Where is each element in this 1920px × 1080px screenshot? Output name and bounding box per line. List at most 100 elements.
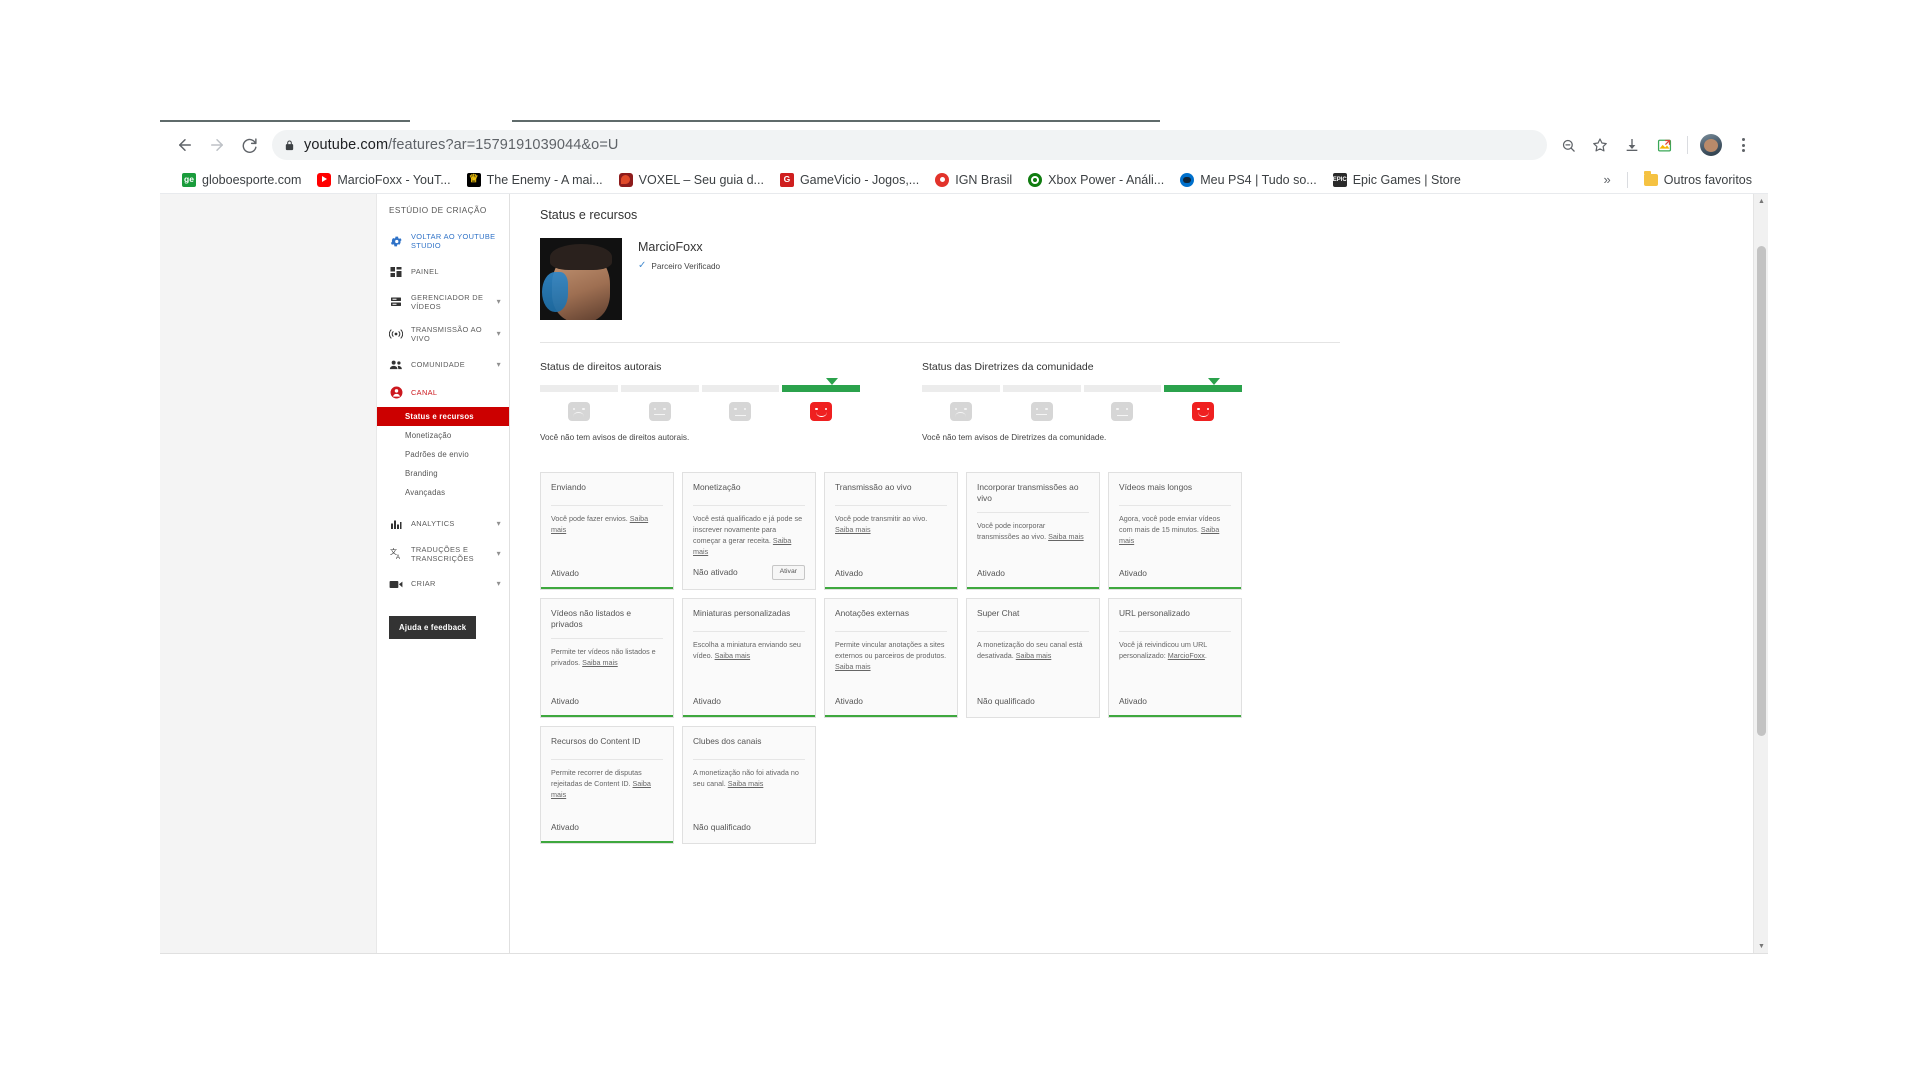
bookmarks-divider — [1626, 171, 1628, 188]
sidebar-item-painel[interactable]: PAINEL — [377, 258, 509, 286]
sidebar-subitem-avancadas[interactable]: Avançadas — [377, 483, 509, 502]
meter-pointer-icon — [826, 378, 838, 385]
bookmark-ign-brasil[interactable]: IGN Brasil — [927, 170, 1020, 190]
tab-underline-left — [160, 120, 410, 122]
people-icon — [389, 358, 403, 372]
card-learn-more-link[interactable]: Saiba mais — [1048, 532, 1084, 541]
bookmark-epic-games[interactable]: EPIC Epic Games | Store — [1325, 170, 1469, 190]
feature-cards-grid: Enviando Você pode fazer envios. Saiba ma… — [540, 456, 1340, 844]
download-icon[interactable] — [1617, 130, 1647, 160]
browser-toolbar: youtube.com/features?ar=1579191039044&o=… — [160, 124, 1768, 166]
sidebar-subitem-branding[interactable]: Branding — [377, 464, 509, 483]
card-description: Permite ter vídeos não listados e privad… — [551, 639, 663, 668]
bookmark-globoesporte[interactable]: ge globoesporte.com — [174, 170, 309, 190]
url-path: /features?ar=1579191039044&o=U — [388, 137, 619, 153]
card-learn-more-link[interactable]: Saiba mais — [715, 651, 751, 660]
card-description: Você está qualificado e já pode se inscr… — [693, 506, 805, 558]
page-scrollbar[interactable]: ▲ ▼ — [1753, 194, 1768, 954]
face-neutral-icon — [1111, 402, 1134, 421]
bookmark-label: Xbox Power - Análi... — [1048, 172, 1165, 187]
chevron-down-icon: ▾ — [496, 579, 501, 588]
page-viewport: ESTÚDIO DE CRIAÇÃO VOLTAR AO YOUTUBE STU… — [160, 194, 1768, 954]
card-title: Super Chat — [977, 608, 1089, 632]
card-learn-more-link[interactable]: Saiba mais — [835, 525, 871, 534]
bookmark-label: IGN Brasil — [955, 172, 1013, 187]
card-description: Você pode transmitir ao vivo. Saiba mais — [835, 506, 947, 535]
reload-icon[interactable] — [234, 130, 264, 160]
feature-card-transmissao-ao-vivo: Transmissão ao vivo Você pode transmitir … — [824, 472, 958, 590]
sidebar-item-analytics[interactable]: ANALYTICS ▾ — [377, 510, 509, 538]
bookmark-meu-ps4[interactable]: Meu PS4 | Tudo so... — [1172, 170, 1325, 190]
profile-avatar[interactable] — [1696, 130, 1726, 160]
card-learn-more-link[interactable]: Saiba mais — [728, 779, 764, 788]
card-status-label: Não qualificado — [977, 696, 1035, 706]
sidebar-subitem-padroes-de-envio[interactable]: Padrões de envio — [377, 445, 509, 464]
card-description-text: Você pode incorporar transmissões ao viv… — [977, 520, 1049, 541]
sidebar-item-gerenciador-de-videos[interactable]: GERENCIADOR DE VÍDEOS ▾ — [377, 286, 509, 319]
bookmark-marciofoxx-youtube[interactable]: MarcioFoxx - YouT... — [309, 170, 458, 190]
scroll-up-icon[interactable]: ▲ — [1754, 194, 1768, 209]
bookmark-the-enemy[interactable]: ♕ The Enemy - A mai... — [459, 170, 611, 190]
sidebar-subitem-status-e-recursos[interactable]: Status e recursos — [377, 406, 509, 426]
sidebar-item-voltar-ao-youtube-studio[interactable]: VOLTAR AO YOUTUBE STUDIO — [377, 225, 509, 258]
scrollbar-thumb[interactable] — [1757, 246, 1766, 736]
meter-segment — [922, 385, 1000, 392]
card-description: A monetização não foi ativada no seu can… — [693, 760, 805, 789]
chevron-down-icon: ▾ — [496, 359, 501, 369]
help-and-feedback-button[interactable]: Ajuda e feedback — [389, 616, 477, 639]
sidebar-item-comunidade[interactable]: COMUNIDADE ▾ — [377, 351, 509, 379]
card-learn-more-link[interactable]: MarcioFoxx — [1168, 651, 1205, 660]
card-body: Incorporar transmissões ao vivo Você pode… — [967, 473, 1099, 561]
feature-card-monetizacao: Monetização Você está qualificado e já po… — [682, 472, 816, 590]
card-body: Vídeos não listados e privados Permite te… — [541, 599, 673, 689]
meter-segment — [620, 385, 699, 392]
back-arrow-icon[interactable] — [170, 130, 200, 160]
other-bookmarks-label: Outros favoritos — [1663, 172, 1752, 187]
zoom-out-icon[interactable] — [1553, 130, 1583, 160]
sidebar-item-label: CRIAR — [411, 579, 436, 589]
card-status-bar — [825, 714, 957, 717]
screenshot-root: youtube.com/features?ar=1579191039044&o=… — [0, 0, 1920, 1080]
card-status-label: Ativado — [977, 568, 1005, 578]
chrome-menu-icon[interactable] — [1728, 130, 1758, 160]
card-body: Vídeos mais longos Agora, você pode envia… — [1109, 473, 1241, 561]
bookmarks-overflow-area: » Outros favoritos — [1596, 169, 1760, 190]
channel-info: MarcioFoxx ✓ Parceiro Verificado — [638, 238, 720, 320]
chevron-down-icon: ▾ — [496, 518, 501, 528]
video-manager-icon — [389, 295, 403, 309]
ps4-icon — [1180, 172, 1195, 187]
sidebar-subitem-monetizacao[interactable]: Monetização — [377, 426, 509, 445]
left-gutter — [160, 194, 376, 954]
community-status-title: Status das Diretrizes da comunidade — [922, 361, 1094, 373]
image-extension-icon[interactable] — [1649, 130, 1679, 160]
card-description: Agora, você pode enviar vídeos com mais … — [1119, 506, 1231, 546]
bookmarks-overflow-icon[interactable]: » — [1596, 169, 1619, 190]
bookmark-voxel[interactable]: VOXEL – Seu guia d... — [611, 170, 772, 190]
other-bookmarks-folder[interactable]: Outros favoritos — [1636, 170, 1760, 190]
card-footer: Ativado — [541, 815, 673, 841]
card-description: Permite recorrer de disputas rejeitadas … — [551, 760, 663, 800]
gear-icon — [389, 234, 403, 248]
sidebar-item-traducoes-e-transcricoes[interactable]: 文A TRADUÇÕES E TRANSCRIÇÕES ▾ — [377, 538, 509, 571]
address-bar[interactable]: youtube.com/features?ar=1579191039044&o=… — [272, 130, 1547, 160]
sidebar-item-canal[interactable]: CANAL — [377, 379, 509, 407]
sidebar-item-transmissao-ao-vivo[interactable]: TRANSMISSÃO AO VIVO ▾ — [377, 318, 509, 351]
card-body: Super Chat A monetização do seu canal est… — [967, 599, 1099, 689]
sidebar-item-criar[interactable]: CRIAR ▾ — [377, 570, 509, 598]
forward-arrow-icon[interactable] — [202, 130, 232, 160]
scroll-down-icon[interactable]: ▼ — [1754, 939, 1768, 954]
bookmark-xbox-power[interactable]: Xbox Power - Análi... — [1020, 170, 1172, 190]
bookmark-star-icon[interactable] — [1585, 130, 1615, 160]
verified-label: Parceiro Verificado — [651, 261, 721, 271]
dashboard-icon — [389, 265, 403, 279]
bookmark-gamevicio[interactable]: G GameVicio - Jogos,... — [772, 170, 927, 190]
youtube-icon — [317, 172, 332, 187]
card-footer: Ativado — [825, 561, 957, 587]
card-learn-more-link[interactable]: Saiba mais — [1016, 651, 1052, 660]
feature-card-incorporar-transmissoes-ao-vivo: Incorporar transmissões ao vivo Você pode… — [966, 472, 1100, 590]
card-learn-more-link[interactable]: Saiba mais — [582, 658, 618, 667]
card-learn-more-link[interactable]: Saiba mais — [835, 662, 871, 671]
lock-icon — [284, 139, 295, 152]
sidebar-item-label: COMUNIDADE — [411, 359, 466, 369]
activate-button[interactable]: Ativar — [771, 564, 805, 580]
